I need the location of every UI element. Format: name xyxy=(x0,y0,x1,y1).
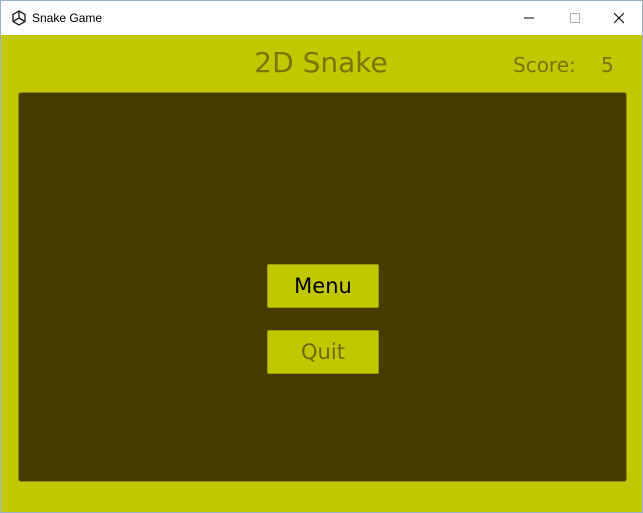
game-window: Snake Game 2D Snake Score: 5 Menu Quit xyxy=(0,0,643,513)
menu-button[interactable]: Menu xyxy=(267,264,379,308)
score-label: Score: xyxy=(513,53,576,77)
quit-button[interactable]: Quit xyxy=(267,330,379,374)
minimize-button[interactable] xyxy=(506,1,552,35)
game-board: Menu Quit xyxy=(18,92,627,482)
game-area: 2D Snake Score: 5 Menu Quit xyxy=(1,35,642,512)
maximize-button[interactable] xyxy=(552,1,598,35)
close-button[interactable] xyxy=(596,1,642,35)
unity-icon xyxy=(11,10,27,26)
score-value: 5 xyxy=(601,53,614,77)
minimize-icon xyxy=(524,17,534,19)
close-icon xyxy=(614,13,624,23)
window-title: Snake Game xyxy=(32,11,103,25)
title-bar[interactable]: Snake Game xyxy=(1,1,642,35)
game-title: 2D Snake xyxy=(254,46,388,79)
maximize-icon xyxy=(570,13,580,23)
